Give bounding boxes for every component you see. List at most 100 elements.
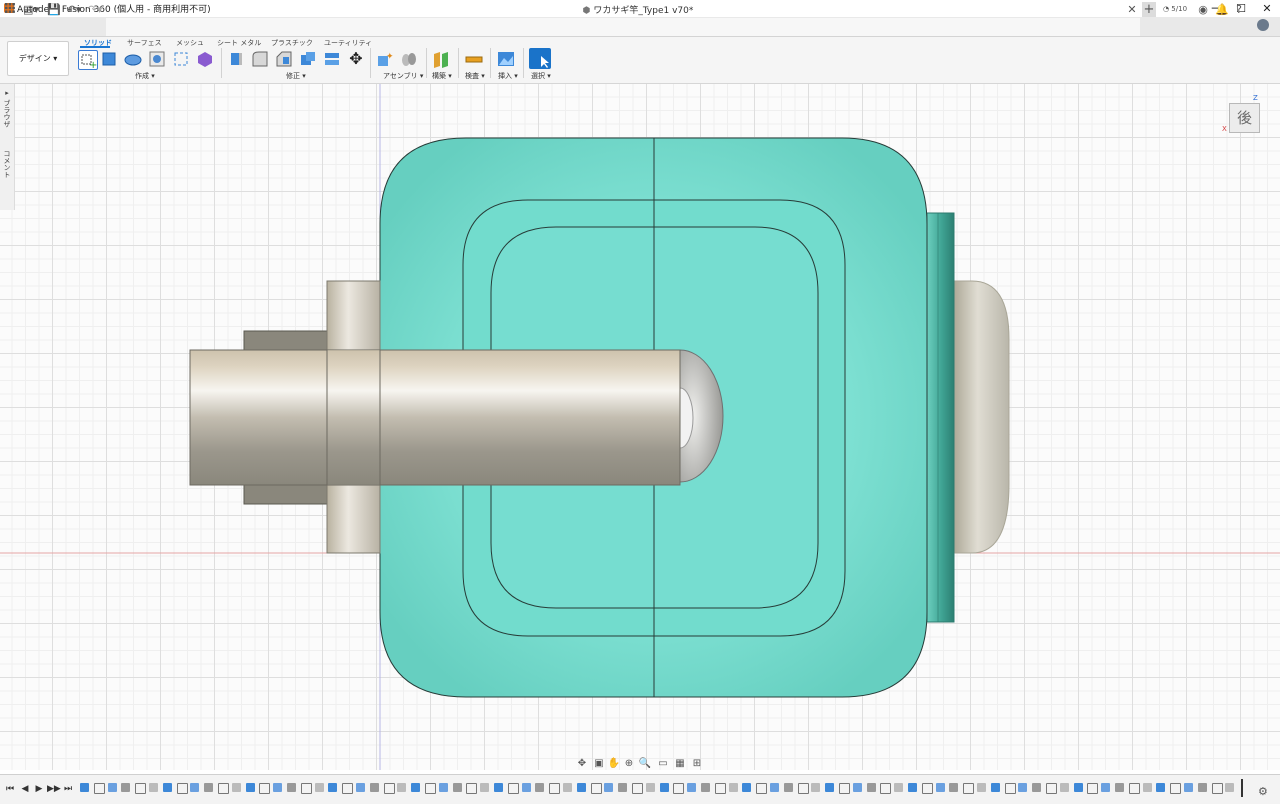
timeline-feature-icon[interactable] (921, 783, 933, 794)
timeline-feature-icon[interactable] (563, 783, 572, 792)
timeline-marker[interactable] (1241, 779, 1243, 797)
timeline-feature-icon[interactable] (480, 783, 490, 792)
timeline-feature-icon[interactable] (231, 783, 241, 792)
timeline-feature-icon[interactable] (273, 783, 283, 792)
timeline-feature-icon[interactable] (259, 783, 271, 794)
timeline-next-button[interactable]: ▶▶ (47, 783, 61, 795)
timeline-feature-icon[interactable] (618, 783, 628, 792)
timeline-feature-icon[interactable] (1059, 783, 1069, 792)
timeline-feature-icon[interactable] (825, 783, 835, 792)
timeline-feature-icon[interactable] (1101, 783, 1111, 792)
timeline-feature-icon[interactable] (135, 783, 147, 794)
select-group-label[interactable]: 選択 ▾ (531, 71, 551, 81)
close-tab-icon[interactable]: ✕ (1126, 2, 1138, 17)
look-at-icon[interactable]: ▣ (591, 758, 607, 772)
timeline-feature-icon[interactable] (935, 783, 945, 792)
timeline-feature-icon[interactable] (466, 783, 478, 794)
timeline-feature-icon[interactable] (383, 783, 395, 794)
timeline-feature-icon[interactable] (328, 783, 338, 792)
timeline-feature-icon[interactable] (176, 783, 188, 794)
offset-plane-icon[interactable] (432, 50, 450, 68)
fillet-icon[interactable] (251, 50, 269, 68)
timeline-feature-icon[interactable] (411, 783, 421, 792)
timeline-feature-icon[interactable] (452, 783, 462, 792)
inspect-group-label[interactable]: 検査 ▾ (465, 71, 485, 81)
timeline-feature-icon[interactable] (438, 783, 448, 792)
revolve-icon[interactable] (124, 50, 142, 68)
timeline-feature-icon[interactable] (397, 783, 407, 792)
viewports-icon[interactable]: ⊞ (689, 758, 705, 772)
help-icon[interactable]: ? (1233, 2, 1245, 17)
tab-sheet-metal[interactable]: シート メタル (217, 38, 261, 48)
timeline-feature-icon[interactable] (977, 783, 986, 792)
user-avatar[interactable] (1257, 19, 1269, 31)
timeline-feature-icon[interactable] (204, 783, 214, 792)
timeline-feature-icon[interactable] (314, 783, 324, 792)
timeline-feature-icon[interactable] (190, 783, 200, 792)
tab-mesh[interactable]: メッシュ (176, 38, 204, 48)
timeline-feature-icon[interactable] (908, 783, 917, 792)
timeline-feature-icon[interactable] (245, 783, 255, 792)
extensions-icon[interactable]: ◉ (1197, 2, 1209, 17)
timeline-feature-icon[interactable] (1142, 783, 1152, 792)
insert-image-icon[interactable] (497, 50, 515, 68)
timeline-feature-icon[interactable] (107, 783, 117, 792)
press-pull-icon[interactable] (227, 50, 245, 68)
timeline-feature-icon[interactable] (1046, 783, 1057, 794)
extrude-icon[interactable] (100, 50, 118, 68)
grid-settings-icon[interactable]: ▦ (672, 758, 688, 772)
timeline-feature-icon[interactable] (604, 783, 614, 792)
timeline-feature-icon[interactable] (521, 783, 531, 792)
timeline-play-button[interactable]: ▶ (33, 783, 45, 795)
timeline-feature-icon[interactable] (425, 783, 436, 794)
timeline-feature-icon[interactable] (1073, 783, 1083, 792)
timeline-feature-icon[interactable] (1211, 783, 1223, 794)
timeline-feature-icon[interactable] (811, 783, 821, 792)
orbit-icon[interactable]: ✥ (574, 758, 590, 772)
timeline-feature-icon[interactable] (590, 783, 602, 794)
timeline-feature-icon[interactable] (756, 783, 768, 794)
timeline-feature-icon[interactable] (576, 783, 586, 792)
timeline-feature-icon[interactable] (369, 783, 379, 792)
timeline-feature-icon[interactable] (797, 783, 809, 794)
view-cube[interactable]: 後 (1229, 103, 1260, 133)
select-icon[interactable] (529, 48, 551, 69)
new-tab-icon[interactable]: + (1142, 2, 1156, 17)
timeline-feature-icon[interactable] (1018, 783, 1028, 792)
timeline-features[interactable] (80, 783, 1240, 797)
timeline-last-button[interactable]: ⏭ (62, 783, 74, 795)
timeline-first-button[interactable]: ⏮ (4, 783, 16, 795)
timeline-feature-icon[interactable] (632, 783, 643, 794)
timeline-feature-icon[interactable] (963, 783, 975, 794)
create-sketch-icon[interactable]: + (78, 50, 98, 71)
comments-tab[interactable]: コメント (2, 150, 12, 178)
timeline-settings-icon[interactable]: ⚙ (1258, 785, 1268, 798)
zoom-icon[interactable]: ⊕ (621, 758, 637, 772)
timeline-feature-icon[interactable] (742, 783, 752, 792)
tab-plastic[interactable]: プラスチック (271, 38, 313, 48)
timeline-feature-icon[interactable] (121, 783, 131, 792)
create-group-label[interactable]: 作成 ▾ (135, 71, 155, 81)
document-tab[interactable] (106, 18, 1140, 36)
timeline-feature-icon[interactable] (1115, 783, 1124, 792)
timeline-feature-icon[interactable] (783, 783, 793, 792)
timeline-feature-icon[interactable] (1225, 783, 1235, 792)
timeline-feature-icon[interactable] (894, 783, 904, 792)
timeline-feature-icon[interactable] (1184, 783, 1193, 792)
job-status-badge[interactable]: ◔ 5/10 (1160, 2, 1190, 17)
timeline-feature-icon[interactable] (659, 783, 669, 792)
timeline-feature-icon[interactable] (852, 783, 862, 792)
timeline-feature-icon[interactable] (866, 783, 876, 792)
timeline-feature-icon[interactable] (287, 783, 296, 792)
timeline-feature-icon[interactable] (218, 783, 229, 794)
timeline-feature-icon[interactable] (880, 783, 892, 794)
browser-tab[interactable]: ▸ ブラウザ (2, 89, 12, 127)
timeline-feature-icon[interactable] (549, 783, 561, 794)
timeline-prev-button[interactable]: ◀ (19, 783, 31, 795)
timeline-feature-icon[interactable] (342, 783, 354, 794)
display-settings-icon[interactable]: ▭ (655, 758, 671, 772)
pattern-icon[interactable] (172, 50, 190, 68)
timeline-feature-icon[interactable] (535, 783, 545, 792)
timeline-feature-icon[interactable] (1197, 783, 1207, 792)
fit-icon[interactable]: 🔍 (637, 758, 653, 772)
